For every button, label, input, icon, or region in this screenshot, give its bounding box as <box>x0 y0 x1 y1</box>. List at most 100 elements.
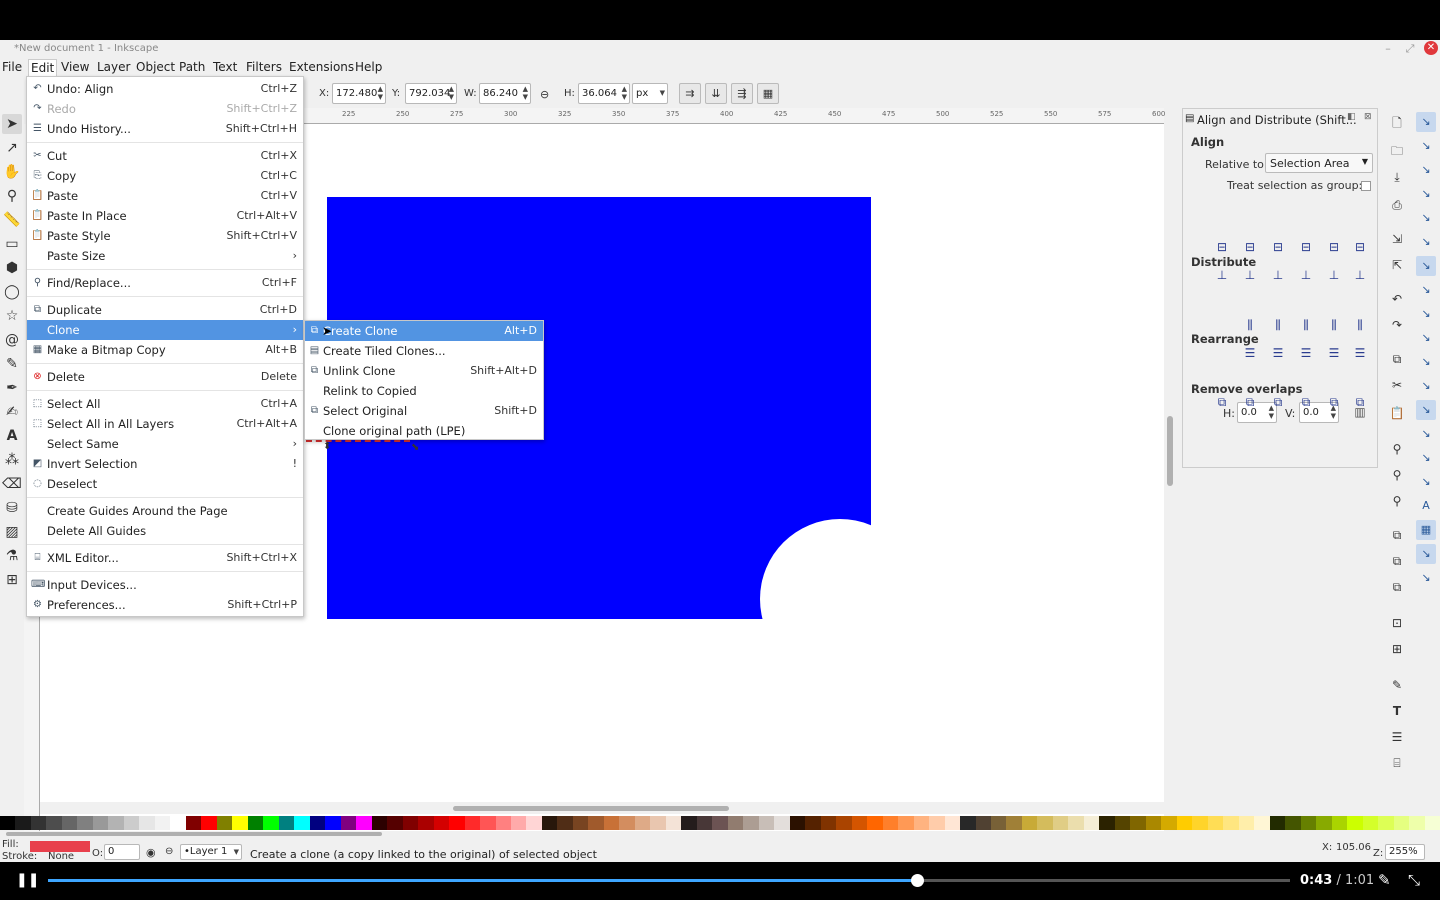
palette-swatch[interactable] <box>1114 816 1131 830</box>
palette-swatch[interactable] <box>464 816 481 830</box>
save-icon[interactable]: ⤓ <box>1388 168 1406 186</box>
measure-tool-icon[interactable]: 📏 <box>2 210 22 230</box>
distribute-icon[interactable]: ⫼ <box>1349 314 1371 336</box>
snap-toggle-icon[interactable]: ↘ <box>1416 208 1436 228</box>
palette-swatch[interactable] <box>154 816 171 830</box>
palette-swatch[interactable] <box>30 816 47 830</box>
palette-swatch[interactable] <box>433 816 450 830</box>
snap-toggle-icon[interactable]: ↘ <box>1416 232 1436 252</box>
vertical-scrollbar[interactable] <box>1164 124 1178 844</box>
zoom-selection-icon[interactable]: ⚲ <box>1388 440 1406 458</box>
palette-swatch[interactable] <box>572 816 589 830</box>
palette-swatch[interactable] <box>46 816 62 830</box>
snap-toggle-icon[interactable]: ↘ <box>1416 280 1436 300</box>
align-icon[interactable]: ⊟ <box>1267 236 1289 258</box>
clone-submenu-item[interactable]: Clone original path (LPE) <box>305 421 543 441</box>
align-icon[interactable]: ⊟ <box>1323 236 1345 258</box>
spray-tool-icon[interactable]: ⁂ <box>2 450 22 470</box>
rearrange-icon[interactable]: ⧉ <box>1323 391 1345 413</box>
scale-stroke-icon[interactable]: ⇉ <box>679 83 701 104</box>
palette-swatch[interactable] <box>650 816 666 830</box>
align-icon[interactable]: ⊥ <box>1349 264 1371 286</box>
cut-icon[interactable]: ✂ <box>1388 376 1406 394</box>
copy-icon[interactable]: ⧉ <box>1388 350 1406 368</box>
edit-pen-icon[interactable]: ✎ <box>1378 871 1391 889</box>
edit-menu-item[interactable]: ◩ Invert Selection! <box>27 454 303 474</box>
edit-menu-item[interactable]: 📋 Paste Ctrl+V <box>27 186 303 206</box>
snap-toggle-icon[interactable]: ↘ <box>1416 376 1436 396</box>
edit-menu-item[interactable]: ↶ Undo: Align Ctrl+Z <box>27 79 303 99</box>
palette-swatch[interactable] <box>1037 816 1053 830</box>
node-tool-icon[interactable]: ↗ <box>2 138 22 158</box>
snap-toggle-icon[interactable]: ↘ <box>1416 352 1436 372</box>
distribute-icon[interactable]: ☰ <box>1239 342 1261 364</box>
clone-submenu-item[interactable]: ▤ Create Tiled Clones... <box>305 341 543 361</box>
edit-menu-item[interactable]: ⧉ Duplicate Ctrl+D <box>27 300 303 320</box>
palette-swatch[interactable] <box>975 816 991 830</box>
edit-menu-item[interactable]: Clone › <box>27 320 303 340</box>
layers-icon[interactable]: ☰ <box>1388 728 1406 746</box>
palette-swatch[interactable] <box>851 816 868 830</box>
selector-tool-icon[interactable]: ➤ <box>2 114 22 134</box>
palette-swatch[interactable] <box>123 816 140 830</box>
palette-swatch[interactable] <box>278 816 295 830</box>
palette-swatch[interactable] <box>1285 816 1301 830</box>
snap-toggle-icon[interactable]: ↘ <box>1416 448 1436 468</box>
edit-menu-item[interactable]: ⌨ Input Devices... <box>27 575 303 595</box>
edit-menu-item[interactable]: 📋 Paste Style Shift+Ctrl+V <box>27 226 303 246</box>
lock-icon[interactable]: ⊖ <box>540 88 549 101</box>
menu-edit[interactable]: Edit <box>28 59 58 76</box>
undo-icon[interactable]: ↶ <box>1388 290 1406 308</box>
xml-editor-icon[interactable]: ⌸ <box>1388 754 1406 772</box>
palette-swatch[interactable] <box>1269 816 1286 830</box>
menu-path[interactable]: Path <box>177 60 207 74</box>
align-icon[interactable]: ⊥ <box>1239 264 1261 286</box>
snap-toggle-icon[interactable]: A <box>1416 496 1436 516</box>
duplicate-icon[interactable]: ⧉ <box>1388 526 1406 544</box>
palette-swatch[interactable] <box>1099 816 1115 830</box>
ellipse-tool-icon[interactable]: ◯ <box>2 282 22 302</box>
palette-swatch[interactable] <box>634 816 651 830</box>
edit-menu-item[interactable]: ☰ Undo History... Shift+Ctrl+H <box>27 119 303 139</box>
distribute-icon[interactable]: ☰ <box>1267 342 1289 364</box>
edit-menu-item[interactable]: ◌ Deselect <box>27 474 303 494</box>
palette-swatch[interactable] <box>510 816 527 830</box>
palette-swatch[interactable] <box>309 816 326 830</box>
tweak-tool-icon[interactable]: ✋ <box>2 162 22 182</box>
palette-swatch[interactable] <box>557 816 573 830</box>
palette-swatch[interactable] <box>898 816 914 830</box>
eye-icon[interactable]: ◉ <box>146 846 156 859</box>
palette-swatch[interactable] <box>1176 816 1193 830</box>
palette-swatch[interactable] <box>418 816 434 830</box>
distribute-icon[interactable]: ☰ <box>1349 342 1371 364</box>
edit-menu-item[interactable]: Delete All Guides <box>27 521 303 541</box>
fullscreen-icon[interactable]: ⤡ <box>1408 871 1420 889</box>
palette-swatch[interactable] <box>1068 816 1084 830</box>
rearrange-icon[interactable]: ⧉ <box>1211 391 1233 413</box>
bucket-tool-icon[interactable]: ⛁ <box>2 498 22 518</box>
iconify-icon[interactable]: ◧ <box>1347 112 1356 122</box>
lock-icon[interactable]: ⊖ <box>165 846 173 857</box>
snap-toggle-icon[interactable]: ↘ <box>1416 568 1436 588</box>
clone-icon[interactable]: ⧉ <box>1388 552 1406 570</box>
clone-submenu-item[interactable]: ⧉ Unlink Clone Shift+Alt+D <box>305 361 543 381</box>
menu-filters[interactable]: Filters <box>244 60 284 74</box>
align-icon[interactable]: ⊥ <box>1267 264 1289 286</box>
rect-tool-icon[interactable]: ▭ <box>2 234 22 254</box>
rearrange-icon[interactable]: ⧉ <box>1239 391 1261 413</box>
palette-swatch[interactable] <box>541 816 558 830</box>
spin-arrows-icon[interactable]: ▲ ▼ <box>378 85 383 101</box>
edit-menu-item[interactable]: ✂ Cut Ctrl+X <box>27 146 303 166</box>
unit-select[interactable]: px ▼ <box>632 83 668 104</box>
distribute-icon[interactable]: ⫼ <box>1295 314 1317 336</box>
3dbox-tool-icon[interactable]: ⬢ <box>2 258 22 278</box>
align-icon[interactable]: ⊥ <box>1295 264 1317 286</box>
palette-swatch[interactable] <box>139 816 155 830</box>
close-panel-icon[interactable]: ⊠ <box>1364 112 1372 122</box>
distribute-icon[interactable]: ⫼ <box>1323 314 1345 336</box>
menu-text[interactable]: Text <box>211 60 239 74</box>
palette-swatch[interactable] <box>1052 816 1069 830</box>
white-circle[interactable] <box>760 519 871 619</box>
palette-swatch[interactable] <box>867 816 883 830</box>
text-tool-icon[interactable]: A <box>2 426 22 446</box>
